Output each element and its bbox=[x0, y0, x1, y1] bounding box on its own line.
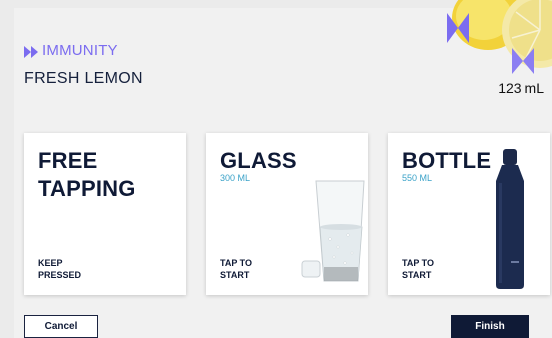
card-volume: 300 ML bbox=[220, 173, 251, 183]
glass-card[interactable]: GLASS 300 ML TAP TO START bbox=[206, 133, 368, 295]
bowtie-marker-icon bbox=[447, 13, 469, 43]
free-tapping-card[interactable]: FREE TAPPING KEEP PRESSED bbox=[24, 133, 186, 295]
double-play-icon bbox=[24, 45, 38, 58]
bottle-card[interactable]: BOTTLE 550 ML TAP TO START bbox=[388, 133, 550, 295]
volume-unit: mL bbox=[524, 80, 544, 96]
card-title: BOTTLE bbox=[402, 148, 492, 173]
category-label: IMMUNITY bbox=[24, 42, 118, 59]
glass-of-water-icon bbox=[301, 180, 365, 282]
cancel-button[interactable]: Cancel bbox=[24, 315, 98, 338]
card-title: FREE TAPPING bbox=[38, 147, 136, 203]
bowtie-marker-icon bbox=[512, 48, 534, 74]
volume-readout: 123 mL bbox=[498, 80, 544, 96]
volume-value: 123 bbox=[498, 80, 522, 96]
card-action-line: TAP TO bbox=[402, 258, 435, 268]
drink-title: FRESH LEMON bbox=[24, 70, 143, 87]
water-bottle-icon bbox=[496, 149, 524, 289]
card-title: GLASS bbox=[220, 148, 297, 173]
card-action-label: TAP TO START bbox=[402, 257, 472, 281]
card-action-line: KEEP bbox=[38, 258, 63, 268]
card-action-line: PRESSED bbox=[38, 270, 82, 280]
card-action-line: TAP TO bbox=[220, 258, 253, 268]
card-volume: 550 ML bbox=[402, 173, 433, 183]
card-action-label: TAP TO START bbox=[220, 257, 290, 281]
card-action-line: START bbox=[402, 270, 432, 280]
category-text: IMMUNITY bbox=[42, 42, 118, 59]
card-action-line: START bbox=[220, 270, 250, 280]
finish-button[interactable]: Finish bbox=[451, 315, 529, 338]
card-title-line: TAPPING bbox=[38, 176, 136, 201]
card-title-line: FREE bbox=[38, 148, 98, 173]
card-action-label: KEEP PRESSED bbox=[38, 257, 108, 281]
